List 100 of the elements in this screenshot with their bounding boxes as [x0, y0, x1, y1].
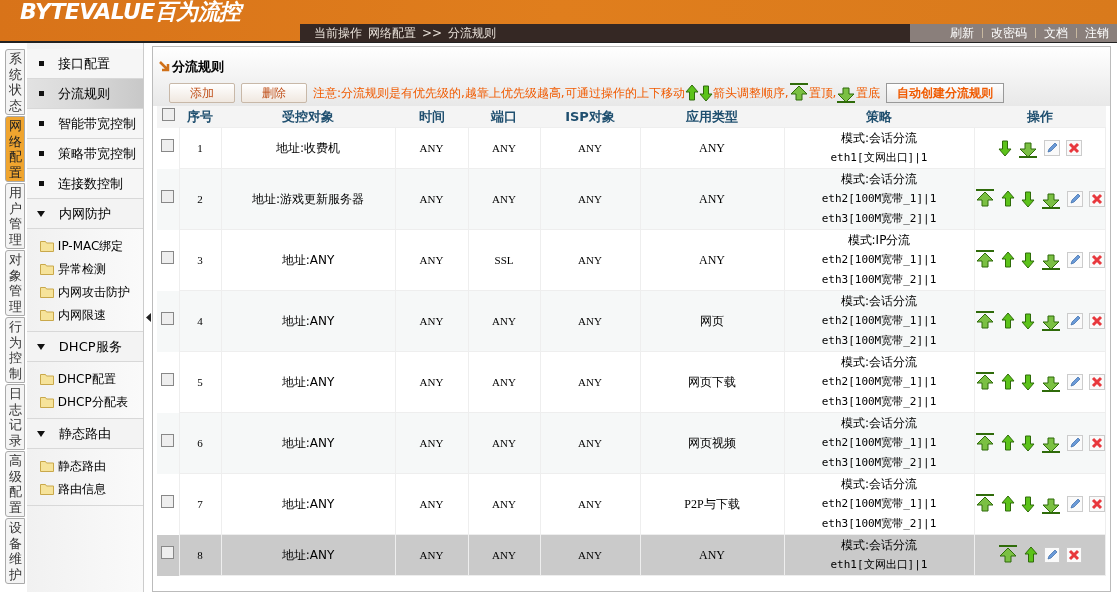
table-cell: 5 [179, 351, 221, 413]
header-link[interactable]: 文档 [1044, 24, 1068, 42]
edit-icon[interactable] [1066, 496, 1083, 512]
breadcrumb-text: 分流规则 [448, 25, 497, 42]
row-checkbox[interactable] [161, 434, 175, 447]
edit-icon[interactable] [1066, 313, 1083, 329]
side-tab[interactable]: 用户管理 [5, 183, 25, 249]
arrow-down-icon[interactable] [1020, 494, 1035, 514]
table-row[interactable]: 7 地址:ANY ANY ANY ANY P2P与下载 模式:会话分流 eth2[100M宽带_1]|1 eth3[100M宽带_2]|1 [157, 473, 1106, 535]
move-top-icon[interactable] [974, 494, 995, 514]
arrow-up-icon[interactable] [1023, 545, 1038, 565]
arrow-up-icon[interactable] [1000, 250, 1015, 270]
arrow-down-icon[interactable] [997, 138, 1012, 158]
menu-item[interactable]: 接口配置 [26, 49, 144, 79]
table-cell: SSL [468, 229, 540, 291]
side-tab[interactable]: 系统状态 [5, 49, 25, 115]
table-cell: ANY [468, 473, 540, 535]
add-button[interactable]: 添加 [169, 82, 235, 103]
arrow-down-icon[interactable] [1020, 250, 1035, 270]
row-checkbox[interactable] [161, 190, 175, 203]
table-row[interactable]: 5 地址:ANY ANY ANY ANY 网页下载 模式:会话分流 eth2[100M宽带_1]|1 eth3[100M宽带_2]|1 [157, 351, 1106, 413]
delete-icon[interactable] [1088, 496, 1105, 512]
side-tab[interactable]: 对象管理 [5, 250, 25, 316]
table-cell: 8 [179, 534, 221, 576]
side-tab[interactable]: 高级配置 [5, 451, 25, 517]
arrow-down-icon[interactable] [1020, 311, 1035, 331]
row-checkbox[interactable] [161, 251, 175, 264]
row-checkbox[interactable] [161, 312, 175, 325]
table-row[interactable]: 1 地址:收费机 ANY ANY ANY ANY 模式:会话分流 eth1[文网出口]|1 [157, 127, 1106, 169]
side-tab[interactable]: 行为控制 [5, 317, 25, 383]
menu-link[interactable]: 静态路由 [57, 456, 106, 475]
menu-link[interactable]: DHCP配置 [57, 369, 116, 388]
edit-icon[interactable] [1066, 191, 1083, 207]
row-checkbox[interactable] [161, 495, 175, 508]
delete-button[interactable]: 删除 [241, 82, 307, 103]
move-top-icon[interactable] [997, 545, 1018, 565]
delete-icon[interactable] [1088, 435, 1105, 451]
arrow-down-icon[interactable] [1020, 433, 1035, 453]
delete-icon[interactable] [1088, 252, 1105, 268]
table-cell: 地址:ANY [221, 290, 395, 352]
edit-icon[interactable] [1066, 252, 1083, 268]
side-tab[interactable]: 设备维护 [5, 518, 25, 584]
table-cell: 6 [179, 412, 221, 474]
table-row[interactable]: 2 地址:游戏更新服务器 ANY ANY ANY ANY 模式:会话分流 eth2[100M宽带_1]|1 eth3[100M宽带_2]|1 [157, 168, 1106, 230]
menu-link[interactable]: 异常检测 [57, 259, 106, 278]
menu-group[interactable]: DHCP服务 [26, 332, 144, 362]
menu-item[interactable]: 策略带宽控制 [26, 139, 144, 169]
folder-icon [39, 482, 54, 495]
folder-icon [39, 459, 54, 472]
header-link[interactable]: 刷新 [950, 24, 974, 42]
arrow-down-icon[interactable] [698, 82, 713, 103]
row-checkbox[interactable] [161, 373, 175, 386]
delete-icon[interactable] [1088, 191, 1105, 207]
move-top-icon[interactable] [974, 433, 995, 453]
delete-icon[interactable] [1088, 313, 1105, 329]
edit-icon[interactable] [1066, 435, 1083, 451]
row-checkbox[interactable] [161, 139, 175, 152]
edit-icon[interactable] [1043, 547, 1060, 563]
menu-item[interactable]: 分流规则 [26, 79, 144, 109]
move-top-icon[interactable] [974, 311, 995, 331]
move-top-icon[interactable] [974, 189, 995, 209]
delete-icon[interactable] [1088, 374, 1105, 390]
table-cell: ANY [395, 127, 468, 169]
arrow-up-icon[interactable] [1000, 372, 1015, 392]
menu-link[interactable]: 路由信息 [57, 479, 106, 498]
row-checkbox[interactable] [161, 107, 175, 121]
arrow-up-icon[interactable] [1000, 433, 1015, 453]
arrow-down-icon[interactable] [1020, 372, 1035, 392]
table-row[interactable]: 4 地址:ANY ANY ANY ANY 网页 模式:会话分流 eth2[100M宽带_1]|1 eth3[100M宽带_2]|1 [157, 290, 1106, 352]
arrow-up-icon[interactable] [1000, 311, 1015, 331]
arrow-up-icon[interactable] [1000, 494, 1015, 514]
side-tab[interactable]: 网络配置 [5, 116, 25, 182]
folder-icon [39, 395, 54, 408]
table-cell: ANY [468, 351, 540, 413]
menu-group[interactable]: 内网防护 [26, 199, 144, 229]
delete-icon[interactable] [1065, 547, 1082, 563]
table-row[interactable]: 6 地址:ANY ANY ANY ANY 网页视频 模式:会话分流 eth2[100M宽带_1]|1 eth3[100M宽带_2]|1 [157, 412, 1106, 474]
arrow-up-icon[interactable] [684, 82, 699, 103]
edit-icon[interactable] [1043, 140, 1060, 156]
arrow-icon [159, 61, 170, 73]
menu-group[interactable]: 静态路由 [26, 419, 144, 449]
table-row[interactable]: 3 地址:ANY ANY SSL ANY ANY 模式:IP分流 eth2[100M宽带_1]|1 eth3[100M宽带_2]|1 [157, 229, 1106, 291]
header-link[interactable]: 改密码 [991, 24, 1027, 42]
header-link[interactable]: 注销 [1085, 24, 1109, 42]
arrow-up-icon[interactable] [1000, 189, 1015, 209]
menu-item[interactable]: 连接数控制 [26, 169, 144, 199]
move-top-icon[interactable] [788, 82, 809, 103]
delete-icon[interactable] [1065, 140, 1082, 156]
edit-icon[interactable] [1066, 374, 1083, 390]
side-tab[interactable]: 日志记录 [5, 384, 25, 450]
move-top-icon[interactable] [974, 372, 995, 392]
menu-link[interactable]: DHCP分配表 [57, 392, 128, 411]
menu-link[interactable]: 内网攻击防护 [57, 282, 130, 301]
menu-link[interactable]: IP-MAC绑定 [57, 236, 124, 255]
arrow-down-icon[interactable] [1020, 189, 1035, 209]
table-row[interactable]: 8 地址:ANY ANY ANY ANY ANY 模式:会话分流 eth1[文网出口]|1 [157, 534, 1106, 576]
menu-link[interactable]: 内网限速 [57, 305, 106, 324]
menu-item[interactable]: 智能带宽控制 [26, 109, 144, 139]
row-checkbox[interactable] [161, 546, 175, 559]
move-top-icon[interactable] [974, 250, 995, 270]
